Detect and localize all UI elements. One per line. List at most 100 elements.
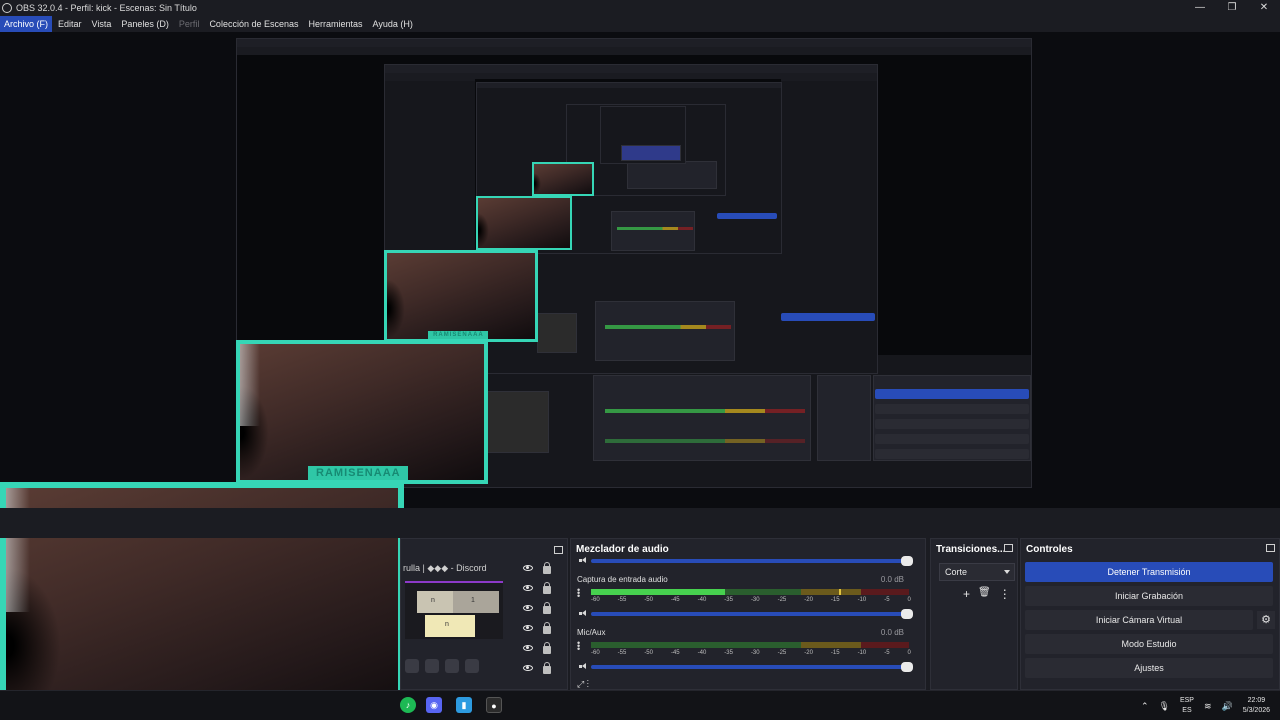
volume-icon[interactable]: 🔊 <box>1222 701 1233 712</box>
lang-top: ESP <box>1179 697 1194 704</box>
source-visibility-list <box>523 561 551 675</box>
language-indicator[interactable]: ESP ES <box>1180 696 1194 716</box>
menu-editar[interactable]: Editar <box>54 16 86 32</box>
meter-peak <box>839 589 841 595</box>
menu-coleccion-escenas[interactable]: Colección de Escenas <box>205 16 302 32</box>
obs-taskbar-icon[interactable]: ● <box>486 697 502 713</box>
slider-knob[interactable] <box>901 609 913 619</box>
preview-canvas[interactable]: RAMISENAAA RAMISENAAA RAMISENAAA <box>0 32 1280 720</box>
db-tick-label: -45 <box>670 597 680 603</box>
chevron-up-icon[interactable]: ⌃ <box>1141 701 1149 712</box>
lock-icon[interactable] <box>543 581 551 594</box>
thumb-label: 1 <box>471 597 475 604</box>
menu-perfil[interactable]: Perfil <box>175 16 204 32</box>
menu-archivo[interactable]: Archivo (F) <box>0 16 53 32</box>
meter-level <box>591 589 725 595</box>
maximize-button[interactable]: ❐ <box>1216 0 1248 16</box>
db-tick-label: -40 <box>697 650 707 656</box>
master-volume-slider[interactable] <box>591 556 913 566</box>
start-virtual-camera-button[interactable]: Iniciar Cámara Virtual <box>1025 610 1253 630</box>
nested-obs-capture-5 <box>600 106 686 164</box>
dock-strip <box>0 508 1280 538</box>
db-tick-label: -60 <box>591 597 600 603</box>
close-button[interactable]: ✕ <box>1248 0 1280 16</box>
app-icon[interactable]: ▮ <box>456 697 472 713</box>
source-mic-button[interactable] <box>425 659 439 673</box>
menu-paneles[interactable]: Paneles (D) <box>117 16 173 32</box>
track-name: Mic/Aux <box>577 628 606 637</box>
speaker-icon[interactable] <box>579 556 588 565</box>
microphone-icon[interactable]: 🎙 <box>1159 701 1170 712</box>
transition-actions: + 🗑 ⋮ <box>963 587 1011 601</box>
sources-panel: rulla | ◆◆◆ - Discord n 1 n <box>400 538 568 690</box>
window-title: OBS 32.0.4 - Perfil: kick - Escenas: Sin… <box>16 3 197 13</box>
lock-icon[interactable] <box>543 601 551 614</box>
studio-mode-button[interactable]: Modo Estudio <box>1025 634 1273 654</box>
source-headset-button[interactable] <box>445 659 459 673</box>
taskbar: ♪ ◉ ▮ ● ⌃ 🎙 ESP ES ≋ 🔊 22:09 5/3/2026 <box>0 690 1280 720</box>
settings-button[interactable]: Ajustes <box>1025 658 1273 678</box>
eye-icon[interactable] <box>523 605 533 611</box>
menu-ayuda[interactable]: Ayuda (H) <box>369 16 417 32</box>
wifi-icon[interactable]: ≋ <box>1204 701 1212 712</box>
lock-icon[interactable] <box>543 561 551 574</box>
webcam-capture-3: RAMISENAAA <box>384 250 538 342</box>
system-tray: ⌃ 🎙 ESP ES ≋ 🔊 22:09 5/3/2026 <box>1141 691 1280 720</box>
speaker-icon[interactable] <box>579 662 588 671</box>
db-tick-label: 0 <box>907 597 911 603</box>
slider-knob[interactable] <box>901 556 913 566</box>
eye-icon[interactable] <box>523 625 533 631</box>
gear-icon[interactable]: ⚙ <box>1257 611 1275 629</box>
mixer-menu-icon[interactable]: ⤢ ⋮ <box>577 679 589 690</box>
start-recording-button[interactable]: Iniciar Grabación <box>1025 586 1273 606</box>
db-scale: -60 -55 -50 -45 -40 -35 -30 -25 -20 -15 -10 -5 0 <box>591 650 911 658</box>
overlay-tag: RAMISENAAA <box>428 331 489 339</box>
eye-icon[interactable] <box>523 665 533 671</box>
stop-stream-button[interactable]: Detener Transmisión <box>1025 562 1273 582</box>
lock-icon[interactable] <box>543 641 551 654</box>
clock-date: 5/3/2026 <box>1242 707 1270 714</box>
add-transition-button[interactable]: + <box>963 587 970 601</box>
db-tick-label: -30 <box>750 597 760 603</box>
db-tick-label: -35 <box>724 597 733 603</box>
webcam-capture-2: RAMISENAAA <box>236 340 488 484</box>
menu-herramientas[interactable]: Herramientas <box>305 16 367 32</box>
transitions-float-icon[interactable] <box>1004 544 1013 552</box>
sources-float-icon[interactable] <box>554 546 563 554</box>
lock-icon[interactable] <box>543 621 551 634</box>
controls-float-icon[interactable] <box>1266 544 1275 552</box>
trash-icon[interactable]: 🗑 <box>978 587 991 601</box>
transition-select[interactable]: Corte <box>939 563 1015 581</box>
kebab-icon[interactable]: • • • <box>577 639 580 654</box>
clock[interactable]: 22:09 5/3/2026 <box>1243 696 1270 716</box>
db-tick-label: -55 <box>617 650 627 656</box>
kebab-icon[interactable]: ⋮ <box>999 587 1011 601</box>
db-tick-label: -10 <box>857 650 867 656</box>
lang-bottom: ES <box>1182 707 1192 714</box>
track-volume-slider[interactable] <box>591 609 913 619</box>
source-mute-button[interactable] <box>405 659 419 673</box>
slider-knob[interactable] <box>901 662 913 672</box>
menu-vista[interactable]: Vista <box>88 16 116 32</box>
webcam-capture-5 <box>532 162 594 196</box>
db-tick-label: -5 <box>884 597 890 603</box>
minimize-button[interactable]: — <box>1184 0 1216 16</box>
controls-title: Controles <box>1026 543 1073 555</box>
track-db: 0.0 dB <box>880 575 904 584</box>
eye-icon[interactable] <box>523 645 533 651</box>
track-db: 0.0 dB <box>880 628 904 637</box>
track-volume-slider[interactable] <box>591 662 913 672</box>
transitions-panel: Transiciones... Corte + 🗑 ⋮ <box>930 538 1018 690</box>
source-refresh-button[interactable] <box>465 659 479 673</box>
spotify-icon[interactable]: ♪ <box>400 697 416 713</box>
kebab-icon[interactable]: • • • <box>577 586 580 601</box>
discord-icon[interactable]: ◉ <box>426 697 442 713</box>
db-tick-label: -60 <box>591 650 600 656</box>
speaker-icon[interactable] <box>579 609 588 618</box>
source-item-label[interactable]: rulla | ◆◆◆ - Discord <box>403 563 487 574</box>
eye-icon[interactable] <box>523 565 533 571</box>
eye-icon[interactable] <box>523 585 533 591</box>
obs-logo-icon <box>2 3 12 13</box>
db-tick-label: -55 <box>617 597 627 603</box>
lock-icon[interactable] <box>543 661 551 674</box>
